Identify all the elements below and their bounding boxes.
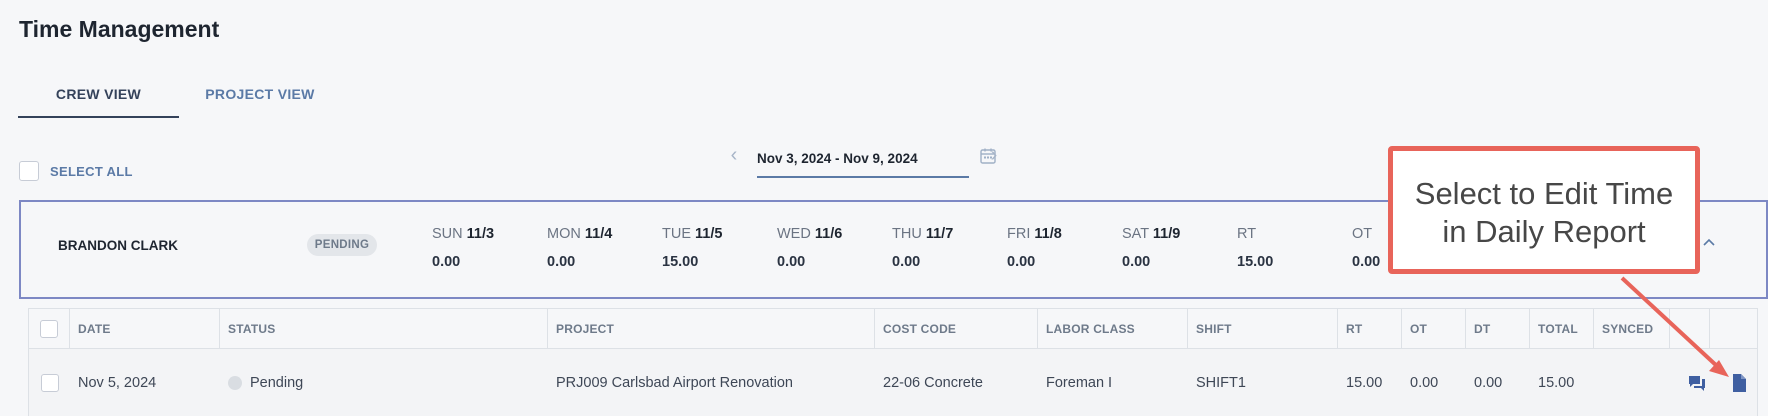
day-dow: TUE <box>662 226 691 242</box>
day-dow: SAT <box>1122 226 1149 242</box>
col-synced[interactable]: SYNCED <box>1594 309 1670 348</box>
table-header: DATE STATUS PROJECT COST CODE LABOR CLAS… <box>29 309 1757 349</box>
cell-dt: 0.00 <box>1474 375 1503 391</box>
comments-icon[interactable] <box>1687 373 1707 393</box>
total-label: RT <box>1237 226 1257 242</box>
day-hours: 0.00 <box>1122 254 1151 270</box>
col-labor-class[interactable]: LABOR CLASS <box>1038 309 1188 348</box>
chevron-left-icon[interactable]: ‹ <box>724 143 744 167</box>
day-date: 11/8 <box>1034 226 1062 242</box>
col-rt[interactable]: RT <box>1338 309 1402 348</box>
select-all-checkbox[interactable] <box>19 161 39 181</box>
day-dow: SUN <box>432 226 463 242</box>
day-thu: THU 11/7 0.00 <box>892 226 1002 270</box>
date-range-text: Nov 3, 2024 - Nov 9, 2024 <box>757 151 918 166</box>
time-entries-table: DATE STATUS PROJECT COST CODE LABOR CLAS… <box>28 308 1758 416</box>
status-dot <box>228 376 242 390</box>
day-mon: MON 11/4 0.00 <box>547 226 657 270</box>
tab-project-view[interactable]: PROJECT VIEW <box>179 80 341 118</box>
cell-date: Nov 5, 2024 <box>78 375 157 391</box>
cell-labor-class: Foreman I <box>1046 375 1113 391</box>
day-wed: WED 11/6 0.00 <box>777 226 887 270</box>
document-icon[interactable] <box>1729 373 1749 393</box>
day-fri: FRI 11/8 0.00 <box>1007 226 1117 270</box>
day-dow: MON <box>547 226 581 242</box>
day-hours: 15.00 <box>662 254 699 270</box>
col-ot[interactable]: OT <box>1402 309 1466 348</box>
cell-rt: 15.00 <box>1346 375 1383 391</box>
cell-synced <box>1594 349 1670 416</box>
total-rt: RT 15.00 <box>1237 226 1347 270</box>
view-tabs: CREW VIEW PROJECT VIEW <box>18 80 341 118</box>
day-date: 11/6 <box>814 226 843 242</box>
day-hours: 0.00 <box>777 254 806 270</box>
cell-total: 15.00 <box>1538 375 1575 391</box>
date-range-picker[interactable]: Nov 3, 2024 - Nov 9, 2024 <box>757 143 996 178</box>
callout-line-1: Select to Edit Time <box>1414 176 1674 211</box>
row-checkbox[interactable] <box>40 374 59 392</box>
select-all-label[interactable]: SELECT ALL <box>50 164 133 179</box>
col-project[interactable]: PROJECT <box>548 309 875 348</box>
day-date: 11/4 <box>584 226 613 242</box>
callout-line-2: in Daily Report <box>1442 214 1646 249</box>
day-date: 11/3 <box>466 226 495 242</box>
page-title: Time Management <box>19 16 220 42</box>
table-row[interactable]: Nov 5, 2024 Pending PRJ009 Carlsbad Airp… <box>29 349 1757 416</box>
day-dow: THU <box>892 226 922 242</box>
day-hours: 0.00 <box>432 254 461 270</box>
status-text: Pending <box>250 375 304 391</box>
cell-project: PRJ009 Carlsbad Airport Renovation <box>556 375 793 391</box>
status-badge: PENDING <box>307 234 377 256</box>
day-tue: TUE 11/5 15.00 <box>662 226 772 270</box>
cell-status: Pending <box>220 349 548 416</box>
col-shift[interactable]: SHIFT <box>1188 309 1338 348</box>
chevron-up-icon[interactable] <box>1701 234 1717 250</box>
total-value: 15.00 <box>1237 254 1274 270</box>
col-dt[interactable]: DT <box>1466 309 1530 348</box>
col-date[interactable]: DATE <box>70 309 220 348</box>
crew-name: BRANDON CLARK <box>58 238 178 253</box>
day-dow: WED <box>777 226 811 242</box>
chevron-right-icon[interactable]: › <box>984 143 1004 167</box>
col-cost-code[interactable]: COST CODE <box>875 309 1038 348</box>
tab-crew-view[interactable]: CREW VIEW <box>18 80 179 118</box>
day-date: 11/9 <box>1152 226 1181 242</box>
header-checkbox[interactable] <box>40 319 58 338</box>
day-sat: SAT 11/9 0.00 <box>1122 226 1232 270</box>
select-all: SELECT ALL <box>19 161 133 181</box>
day-dow: FRI <box>1007 226 1031 242</box>
col-total[interactable]: TOTAL <box>1530 309 1594 348</box>
day-hours: 0.00 <box>547 254 576 270</box>
day-date: 11/5 <box>695 226 723 242</box>
day-hours: 0.00 <box>892 254 921 270</box>
day-hours: 0.00 <box>1007 254 1036 270</box>
cell-shift: SHIFT1 <box>1196 375 1246 391</box>
day-sun: SUN 11/3 0.00 <box>432 226 542 270</box>
day-date: 11/7 <box>925 226 954 242</box>
cell-cost-code: 22-06 Concrete <box>883 375 983 391</box>
cell-ot: 0.00 <box>1410 375 1439 391</box>
instruction-callout: Select to Edit Time in Daily Report <box>1388 146 1700 274</box>
col-status[interactable]: STATUS <box>220 309 548 348</box>
